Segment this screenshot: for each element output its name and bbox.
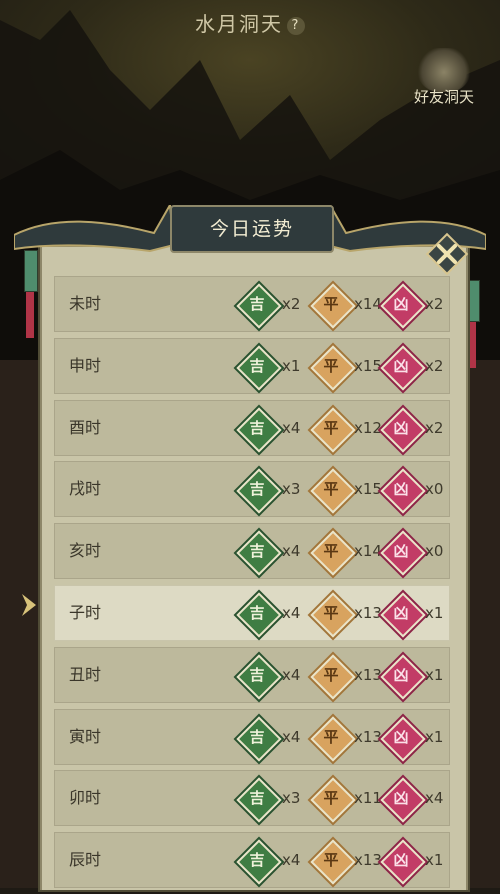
hour-name: 戌时	[69, 479, 102, 499]
neutral-badge-icon: 平	[310, 715, 356, 762]
fortune-row[interactable]: 酉时 吉 x4 平 x12 凶 x2	[54, 399, 450, 456]
friend-cave-button[interactable]: 好友洞天	[404, 48, 484, 107]
neutral-badge-icon: 平	[310, 468, 356, 515]
friend-cave-label: 好友洞天	[413, 88, 474, 106]
good-badge-icon: 吉	[236, 283, 282, 329]
good-badge-icon: 吉	[236, 839, 282, 885]
close-icon[interactable]	[423, 230, 471, 278]
hour-name: 寅时	[69, 726, 102, 746]
fortune-row[interactable]: 辰时 吉 x4 平 x13 凶 x1	[54, 832, 450, 889]
good-count: x4	[282, 665, 301, 684]
good-badge-icon: 吉	[236, 592, 282, 638]
good-badge-icon: 吉	[236, 530, 282, 576]
fortune-row[interactable]: 子时 吉 x4 平 x13 凶 x1	[54, 584, 450, 641]
bad-count: x0	[425, 542, 444, 561]
hour-name: 未时	[69, 294, 102, 313]
fortune-list: 未时 吉 x2 平 x14 凶 x2 申时 吉 x1 平 x15 凶 x2 酉时…	[54, 276, 450, 894]
current-row-pointer-icon	[22, 594, 36, 616]
hour-name: 酉时	[69, 417, 102, 437]
fortune-row[interactable]: 戌时 吉 x3 平 x15 凶 x0	[54, 461, 450, 518]
location-name: 水月洞天	[195, 12, 283, 36]
bad-badge-icon: 凶	[380, 654, 426, 700]
neutral-count: x11	[354, 789, 382, 808]
neutral-badge-icon: 平	[310, 777, 356, 824]
good-count: x3	[282, 789, 301, 808]
fortune-row[interactable]: 未时 吉 x2 平 x14 凶 x2	[54, 276, 450, 332]
hour-name: 辰时	[69, 850, 102, 870]
good-count: x4	[282, 727, 301, 746]
hour-name: 子时	[69, 602, 102, 622]
bad-count: x1	[425, 665, 444, 684]
help-icon[interactable]: ?	[287, 16, 305, 35]
good-count: x1	[282, 356, 301, 375]
location-title[interactable]: 水月洞天?	[0, 8, 500, 37]
neutral-count: x14	[354, 542, 382, 561]
neutral-count: x13	[354, 665, 382, 684]
bad-badge-icon: 凶	[380, 715, 426, 762]
bad-badge-icon: 凶	[380, 468, 426, 515]
bad-badge-icon: 凶	[380, 530, 426, 576]
neutral-count: x12	[354, 418, 382, 437]
hour-name: 卯时	[69, 788, 102, 808]
bad-count: x1	[425, 603, 444, 622]
bad-badge-icon: 凶	[380, 839, 426, 885]
neutral-badge-icon: 平	[310, 839, 356, 885]
good-count: x4	[282, 851, 301, 870]
neutral-count: x13	[354, 727, 382, 746]
neutral-badge-icon: 平	[310, 592, 356, 638]
good-badge-icon: 吉	[236, 406, 282, 453]
bad-count: x2	[425, 418, 444, 437]
fortune-row[interactable]: 亥时 吉 x4 平 x14 凶 x0	[54, 523, 450, 580]
good-count: x4	[282, 418, 301, 437]
good-badge-icon: 吉	[236, 345, 282, 391]
bad-count: x2	[425, 295, 444, 313]
hour-name: 亥时	[69, 541, 102, 561]
good-count: x4	[282, 542, 301, 561]
neutral-count: x15	[354, 480, 382, 499]
bad-badge-icon: 凶	[380, 406, 426, 453]
good-count: x4	[282, 603, 301, 622]
good-badge-icon: 吉	[236, 715, 282, 762]
neutral-badge-icon: 平	[310, 654, 356, 700]
bad-count: x2	[425, 356, 444, 375]
good-badge-icon: 吉	[236, 777, 282, 824]
good-badge-icon: 吉	[236, 654, 282, 700]
fortune-row[interactable]: 卯时 吉 x3 平 x11 凶 x4	[54, 770, 450, 827]
hour-name: 丑时	[69, 664, 102, 684]
fortune-row[interactable]: 寅时 吉 x4 平 x13 凶 x1	[54, 708, 450, 765]
neutral-count: x13	[354, 851, 382, 870]
neutral-count: x13	[354, 603, 382, 622]
neutral-count: x14	[354, 295, 382, 313]
bad-count: x1	[425, 851, 444, 870]
lantern-left	[24, 250, 38, 338]
hour-name: 申时	[69, 355, 102, 375]
panel-title: 今日运势	[170, 205, 334, 253]
bad-badge-icon: 凶	[380, 283, 426, 329]
good-count: x3	[282, 480, 301, 499]
fortune-row[interactable]: 丑时 吉 x4 平 x13 凶 x1	[54, 646, 450, 703]
fortune-row[interactable]: 申时 吉 x1 平 x15 凶 x2	[54, 337, 450, 394]
bad-badge-icon: 凶	[380, 777, 426, 824]
good-badge-icon: 吉	[236, 468, 282, 515]
bad-badge-icon: 凶	[380, 592, 426, 638]
neutral-badge-icon: 平	[310, 345, 356, 391]
bad-badge-icon: 凶	[380, 345, 426, 391]
neutral-badge-icon: 平	[310, 283, 356, 329]
neutral-count: x15	[354, 356, 382, 375]
bad-count: x4	[425, 789, 444, 808]
bad-count: x0	[425, 480, 444, 499]
neutral-badge-icon: 平	[310, 406, 356, 453]
neutral-badge-icon: 平	[310, 530, 356, 576]
bad-count: x1	[425, 727, 444, 746]
good-count: x2	[282, 295, 301, 313]
